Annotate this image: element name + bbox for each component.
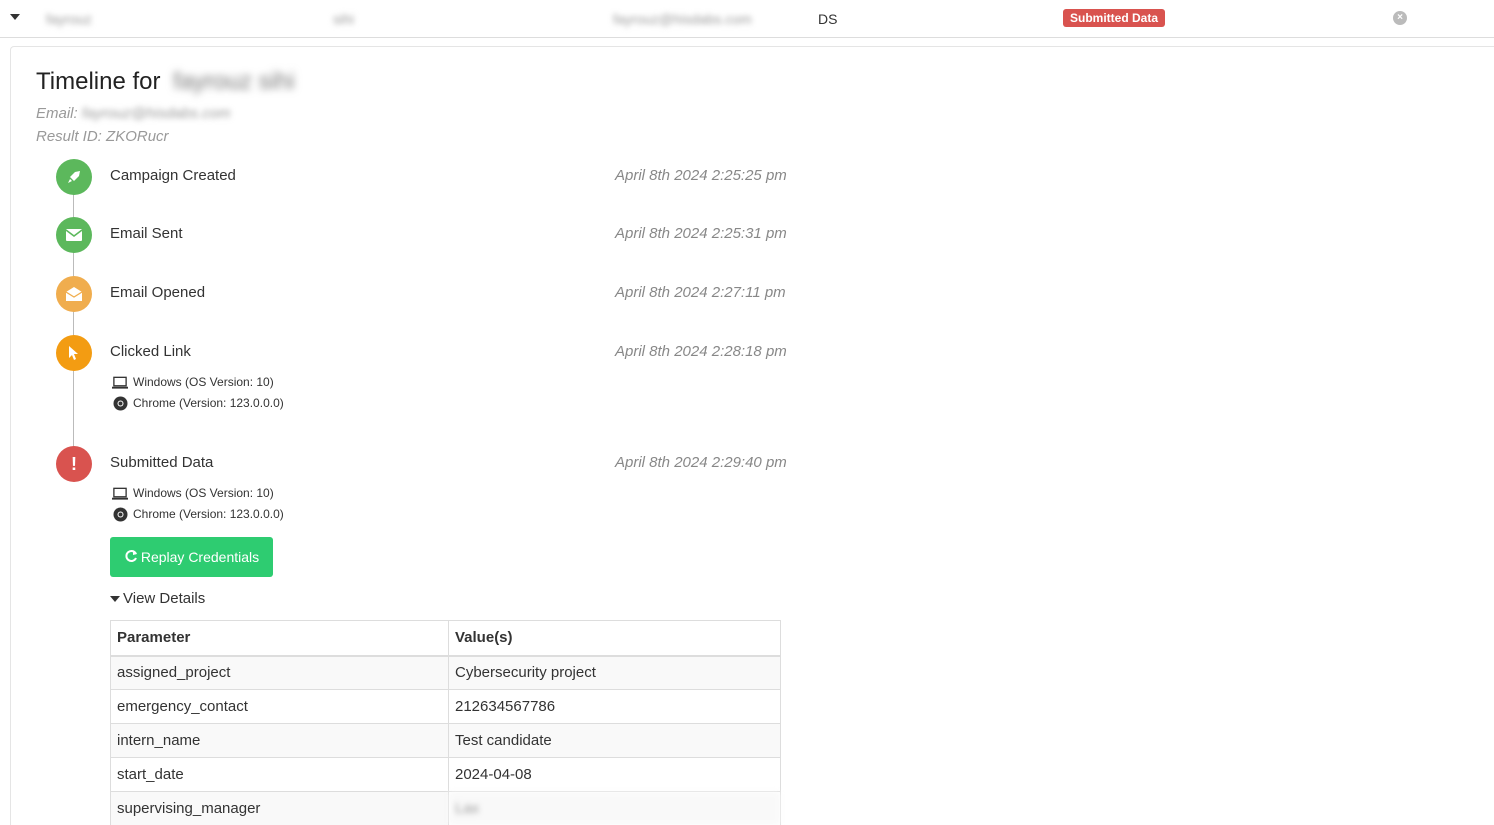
- position-cell: DS: [818, 11, 838, 27]
- view-details-toggle[interactable]: View Details: [110, 590, 205, 607]
- event-time-submitted-data: April 8th 2024 2:29:40 pm: [615, 454, 787, 471]
- clicked-browser-detail: Chrome (Version: 123.0.0.0): [112, 396, 284, 410]
- timeline-title-prefix: Timeline for: [36, 68, 161, 95]
- param-value: 212634567786: [448, 689, 781, 724]
- param-value: Lax: [448, 791, 781, 825]
- email-value: fayrouz@hisdabs.com: [81, 105, 231, 122]
- table-row: supervising_manager Lax: [110, 791, 781, 825]
- param-name: emergency_contact: [110, 689, 449, 724]
- replay-credentials-button[interactable]: Replay Credentials: [110, 537, 273, 577]
- result-id-label: Result ID:: [36, 128, 102, 145]
- table-row: emergency_contact 212634567786: [110, 689, 781, 724]
- param-value: Cybersecurity project: [448, 655, 781, 690]
- table-row: intern_name Test candidate: [110, 723, 781, 758]
- laptop-icon: [112, 376, 128, 389]
- table-row: start_date 2024-04-08: [110, 757, 781, 792]
- rocket-icon: [56, 159, 92, 195]
- result-id-value: ZKORucr: [106, 128, 169, 145]
- event-time-campaign-created: April 8th 2024 2:25:25 pm: [615, 167, 787, 184]
- close-icon[interactable]: ×: [1393, 11, 1407, 25]
- param-name: intern_name: [110, 723, 449, 758]
- param-value: 2024-04-08: [448, 757, 781, 792]
- clicked-os-text: Windows (OS Version: 10): [133, 375, 274, 389]
- first-name-cell: fayrouz: [46, 11, 92, 27]
- submitted-os-text: Windows (OS Version: 10): [133, 486, 274, 500]
- submitted-os-detail: Windows (OS Version: 10): [112, 486, 274, 500]
- collapse-caret-icon[interactable]: [10, 14, 20, 20]
- chrome-icon: [112, 507, 128, 521]
- values-header: Value(s): [448, 620, 781, 657]
- event-time-email-sent: April 8th 2024 2:25:31 pm: [615, 225, 787, 242]
- laptop-icon: [112, 487, 128, 500]
- event-label-clicked-link: Clicked Link: [110, 343, 191, 360]
- envelope-open-icon: [56, 276, 92, 312]
- clicked-browser-text: Chrome (Version: 123.0.0.0): [133, 396, 284, 410]
- timeline-title-name: fayrouz sihi: [173, 68, 295, 95]
- email-label: Email:: [36, 105, 78, 122]
- email-cell: fayrouz@hisdabs.com: [613, 11, 752, 27]
- event-label-email-sent: Email Sent: [110, 225, 183, 242]
- result-row[interactable]: fayrouz sihi fayrouz@hisdabs.com DS Subm…: [0, 0, 1494, 38]
- param-value: Test candidate: [448, 723, 781, 758]
- parameter-header: Parameter: [110, 620, 449, 657]
- table-header-row: Parameter Value(s): [110, 620, 781, 657]
- refresh-icon: [124, 549, 138, 566]
- replay-credentials-label: Replay Credentials: [140, 549, 260, 565]
- envelope-icon: [56, 217, 92, 253]
- caret-down-icon: [110, 595, 120, 602]
- event-label-campaign-created: Campaign Created: [110, 167, 236, 184]
- pointer-icon: [56, 335, 92, 371]
- view-details-label: View Details: [123, 590, 206, 607]
- exclamation-icon: !: [56, 446, 92, 482]
- submitted-browser-text: Chrome (Version: 123.0.0.0): [133, 507, 284, 521]
- param-name: supervising_manager: [110, 791, 449, 825]
- timeline-email: Email: fayrouz@hisdabs.com: [36, 105, 230, 122]
- last-name-cell: sihi: [333, 11, 355, 27]
- timeline-result-id: Result ID: ZKORucr: [36, 128, 169, 145]
- timeline-title: Timeline for fayrouz sihi: [36, 68, 295, 96]
- status-badge: Submitted Data: [1063, 9, 1166, 27]
- param-name: start_date: [110, 757, 449, 792]
- event-time-email-opened: April 8th 2024 2:27:11 pm: [615, 284, 786, 301]
- param-name: assigned_project: [110, 655, 449, 690]
- submitted-params-table: Parameter Value(s) assigned_project Cybe…: [110, 620, 781, 825]
- submitted-browser-detail: Chrome (Version: 123.0.0.0): [112, 507, 284, 521]
- table-row: assigned_project Cybersecurity project: [110, 655, 781, 690]
- event-label-submitted-data: Submitted Data: [110, 454, 214, 471]
- chrome-icon: [112, 396, 128, 410]
- event-label-email-opened: Email Opened: [110, 284, 206, 301]
- event-time-clicked-link: April 8th 2024 2:28:18 pm: [615, 343, 787, 360]
- clicked-os-detail: Windows (OS Version: 10): [112, 375, 274, 389]
